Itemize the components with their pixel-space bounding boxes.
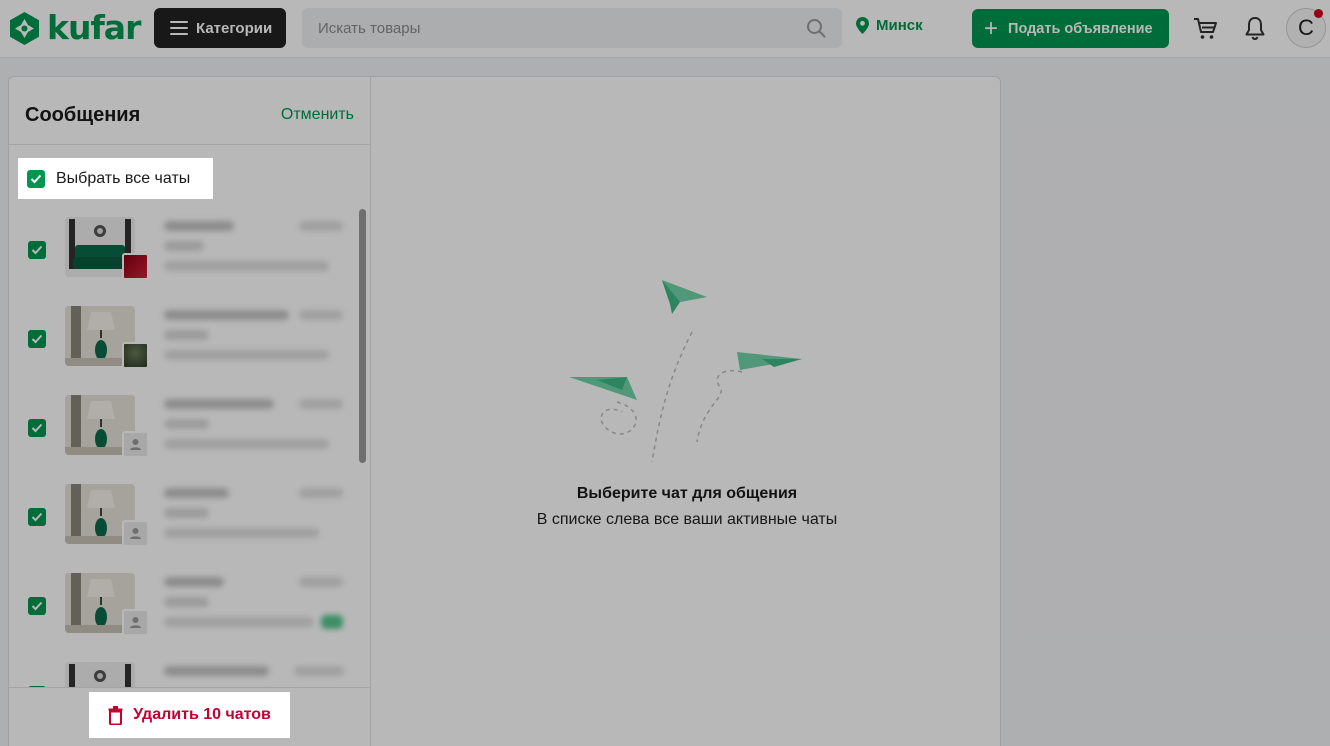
categories-label: Категории (196, 19, 273, 37)
menu-icon (170, 21, 188, 35)
cart-icon[interactable] (1193, 16, 1218, 41)
chat-checkbox[interactable] (28, 597, 46, 615)
logo-text: kufar (47, 8, 141, 47)
post-ad-button[interactable]: + Подать объявление (972, 9, 1169, 48)
cancel-button[interactable]: Отменить (281, 106, 354, 124)
seller-avatar (122, 342, 149, 369)
chat-row[interactable] (9, 476, 354, 565)
chat-checkbox[interactable] (28, 508, 46, 526)
select-all-checkbox[interactable] (27, 169, 45, 188)
search-box (302, 8, 842, 48)
user-placeholder-icon (122, 520, 149, 547)
chat-checkbox[interactable] (28, 241, 46, 259)
chat-checkbox[interactable] (28, 330, 46, 348)
empty-state-subtitle: В списке слева все ваши активные чаты (536, 511, 838, 528)
chat-list-scrollbar[interactable] (359, 209, 366, 463)
chat-list[interactable] (9, 209, 371, 687)
city-label: Минск (876, 17, 923, 34)
location-pin-icon (856, 17, 869, 34)
top-header: kufar Категории Минск + Подать объявлени… (0, 0, 1330, 58)
kufar-logo-icon (10, 11, 39, 45)
kufar-logo[interactable]: kufar (8, 8, 141, 47)
chat-row[interactable] (9, 298, 354, 387)
delete-chats-button[interactable]: Удалить 10 чатов (89, 692, 290, 738)
sidebar-header: Сообщения Отменить (9, 77, 371, 145)
messages-title: Сообщения (25, 104, 141, 126)
user-placeholder-icon (122, 431, 149, 458)
chat-checkbox[interactable] (28, 419, 46, 437)
seller-avatar (122, 253, 149, 280)
plus-icon: + (984, 14, 999, 42)
notification-dot (1314, 9, 1323, 18)
select-all-chats-control[interactable]: Выбрать все чаты (18, 158, 213, 199)
chat-row[interactable] (9, 209, 354, 298)
delete-label: Удалить 10 чатов (133, 706, 271, 723)
paper-planes-illustration (569, 280, 802, 463)
chat-row[interactable] (9, 387, 354, 476)
notifications-bell-icon[interactable] (1243, 15, 1267, 41)
search-input[interactable] (302, 8, 782, 48)
user-placeholder-icon (122, 609, 149, 636)
trash-icon (108, 705, 123, 725)
categories-button[interactable]: Категории (154, 8, 286, 48)
empty-chat-area: Выберите чат для общения В списке слева … (372, 77, 1002, 746)
chat-row[interactable] (9, 654, 354, 687)
chat-row[interactable] (9, 565, 354, 654)
listing-thumbnail-sofa (65, 662, 135, 687)
post-ad-label: Подать объявление (1008, 20, 1153, 37)
empty-state-title: Выберите чат для общения (576, 485, 798, 502)
search-icon[interactable] (806, 18, 826, 38)
select-all-label: Выбрать все чаты (56, 169, 191, 187)
city-selector[interactable]: Минск (856, 17, 923, 34)
